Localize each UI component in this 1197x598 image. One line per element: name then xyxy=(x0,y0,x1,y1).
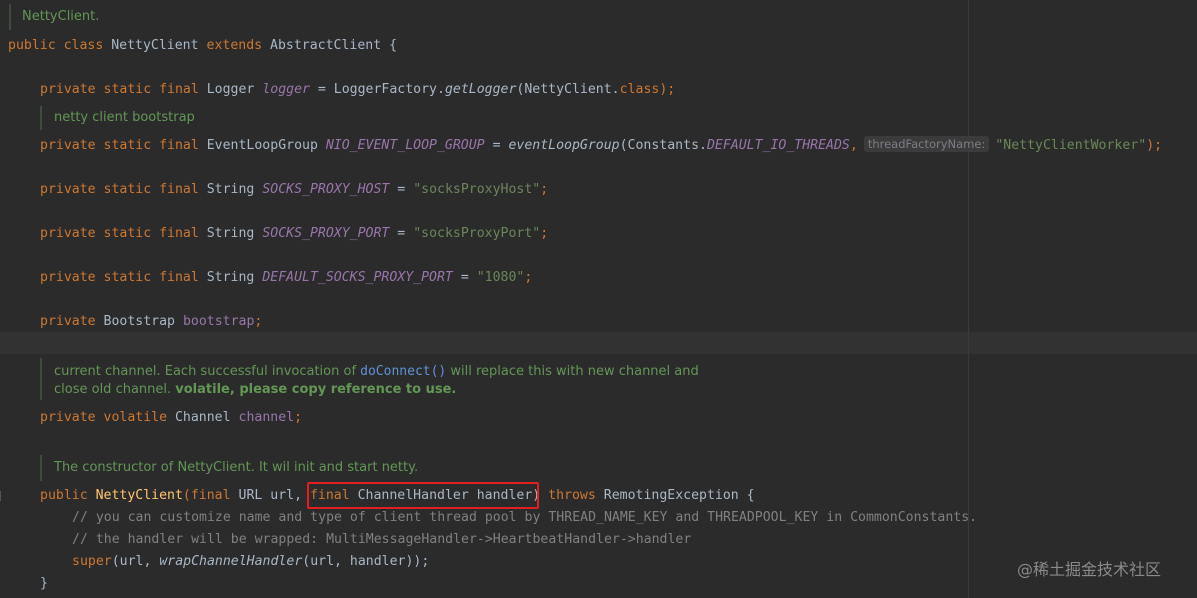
code-text: ; xyxy=(254,314,263,329)
field-name: bootstrap xyxy=(182,314,255,329)
super-call-line: super(url, wrapChannelHandler(url, handl… xyxy=(72,551,429,573)
string-literal: "1080" xyxy=(476,270,525,285)
keyword: private static final xyxy=(40,226,207,241)
doc-text: close old channel. xyxy=(54,382,176,397)
keyword: extends xyxy=(206,38,271,53)
class-name: NettyClient xyxy=(111,38,207,53)
socks-host-field-line: private static final String SOCKS_PROXY_… xyxy=(40,179,548,201)
channel-field-line: private volatile Channel channel; xyxy=(40,407,302,429)
code-text: ; xyxy=(524,270,533,285)
field-name: NIO_EVENT_LOOP_GROUP xyxy=(325,138,485,153)
nio-field-line: private static final EventLoopGroup NIO_… xyxy=(40,135,1162,157)
string-literal: "NettyClientWorker" xyxy=(995,138,1147,153)
default-port-field-line: private static final String DEFAULT_SOCK… xyxy=(40,267,532,289)
keyword: private volatile xyxy=(40,410,175,425)
code-comment: // you can customize name and type of cl… xyxy=(72,510,978,525)
code-editor[interactable]: NettyClient. public class NettyClient ex… xyxy=(0,0,1197,598)
code-text: (url, xyxy=(111,554,160,569)
field-name: SOCKS_PROXY_HOST xyxy=(262,182,390,197)
keyword: private static final xyxy=(40,270,207,285)
doc-text: current channel. Each successful invocat… xyxy=(54,364,361,379)
logger-field-line: private static final Logger logger = Log… xyxy=(40,79,675,101)
doc-bar xyxy=(40,455,42,481)
bootstrap-field-line: private Bootstrap bootstrap; xyxy=(40,311,262,333)
keyword: throws xyxy=(548,488,604,503)
current-line-highlight xyxy=(0,332,1197,354)
doc-bar xyxy=(40,358,42,400)
string-literal: "socksProxyHost" xyxy=(413,182,541,197)
field-name: logger xyxy=(262,82,310,97)
annotation-highlight-box xyxy=(307,482,539,509)
watermark: @稀土掘金技术社区 xyxy=(1017,560,1162,579)
type: EventLoopGroup xyxy=(206,138,326,153)
doc-link[interactable]: doConnect() xyxy=(360,364,446,379)
method-call: eventLoopGroup xyxy=(508,138,620,153)
code-text: = xyxy=(389,182,414,197)
code-text: = xyxy=(452,270,477,285)
parameter: URL url, xyxy=(238,488,310,503)
doc-text: will replace this with new channel and xyxy=(446,364,699,379)
field-name: channel xyxy=(238,410,295,425)
code-text: , xyxy=(849,138,858,153)
exception-type: RemotingException { xyxy=(603,488,755,503)
type: String xyxy=(206,270,263,285)
constructor-name: NettyClient xyxy=(95,488,183,503)
code-text: (url, handler)); xyxy=(302,554,430,569)
keyword: (final xyxy=(182,488,239,503)
fold-marker[interactable] xyxy=(0,491,9,501)
constructor-doc-comment: The constructor of NettyClient. It wil i… xyxy=(54,460,419,475)
field-name: DEFAULT_SOCKS_PROXY_PORT xyxy=(262,270,453,285)
code-text: ); xyxy=(1146,138,1163,153)
class-doc-comment: NettyClient. xyxy=(22,9,100,24)
keyword: public class xyxy=(8,38,112,53)
code-text: = LoggerFactory. xyxy=(309,82,445,97)
code-text: ; xyxy=(540,226,549,241)
doc-bold-text: volatile, please copy reference to use. xyxy=(175,382,457,397)
keyword: public xyxy=(40,488,96,503)
code-comment: // the handler will be wrapped: MultiMes… xyxy=(72,532,692,547)
method-call: wrapChannelHandler xyxy=(159,554,303,569)
code-text: = xyxy=(389,226,414,241)
type: Bootstrap xyxy=(103,314,183,329)
type: Logger xyxy=(206,82,263,97)
code-text: (NettyClient. xyxy=(516,82,620,97)
keyword: private xyxy=(40,314,104,329)
code-text: ; xyxy=(540,182,549,197)
closing-brace: } xyxy=(40,576,48,591)
keyword: class xyxy=(619,82,660,97)
keyword: private static final xyxy=(40,182,207,197)
socks-port-field-line: private static final String SOCKS_PROXY_… xyxy=(40,223,548,245)
channel-doc-line2: close old channel. volatile, please copy… xyxy=(54,381,456,399)
string-literal: "socksProxyPort" xyxy=(413,226,541,241)
code-text: ); xyxy=(659,82,676,97)
bootstrap-doc-comment: netty client bootstrap xyxy=(54,110,195,125)
parent-class: AbstractClient { xyxy=(270,38,398,53)
keyword: super xyxy=(72,554,112,569)
field-name: SOCKS_PROXY_PORT xyxy=(262,226,390,241)
doc-bar xyxy=(9,4,11,30)
doc-bar xyxy=(40,106,42,130)
parameter-hint: threadFactoryName: xyxy=(863,136,990,152)
code-text: ; xyxy=(294,410,303,425)
type: String xyxy=(206,226,263,241)
code-text: (Constants. xyxy=(619,138,707,153)
keyword: private static final xyxy=(40,138,207,153)
method-call: getLogger xyxy=(444,82,517,97)
constant: DEFAULT_IO_THREADS xyxy=(706,138,850,153)
type: String xyxy=(206,182,263,197)
code-text: = xyxy=(484,138,509,153)
channel-doc-line1: current channel. Each successful invocat… xyxy=(54,363,699,381)
keyword: private static final xyxy=(40,82,207,97)
class-declaration: public class NettyClient extends Abstrac… xyxy=(8,35,397,57)
type: Channel xyxy=(174,410,239,425)
